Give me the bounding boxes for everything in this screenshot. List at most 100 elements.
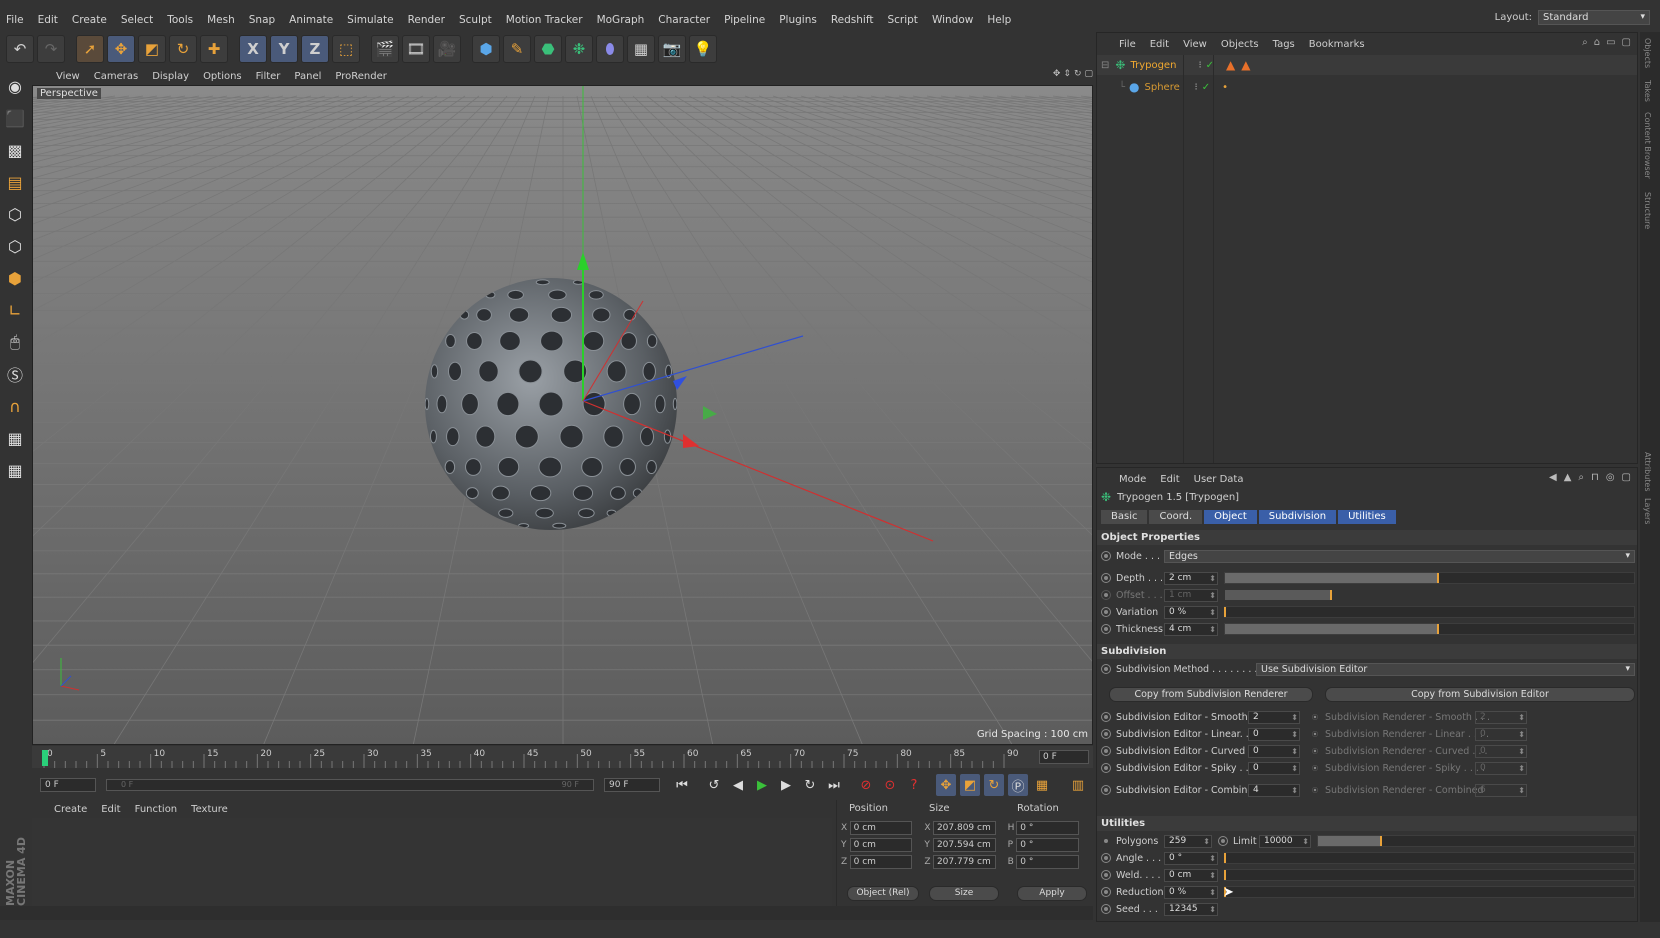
subdivision-editor-field[interactable]: 2 <box>1248 710 1300 724</box>
autokey-button[interactable]: ⊙ <box>880 774 900 796</box>
object-row-sphere[interactable]: └ ● Sphere ⁝ ✓ • <box>1097 77 1637 97</box>
menu-animate[interactable]: Animate <box>289 14 333 26</box>
tab-object[interactable]: Object <box>1204 510 1257 524</box>
timeline-ruler[interactable]: 0 5 10 15 20 25 30 35 40 45 50 55 60 65 70 75 80 85 90 <box>40 746 1030 768</box>
start-frame-field[interactable]: 0 F <box>40 778 96 792</box>
orbit-icon[interactable]: ↻ <box>1074 69 1082 79</box>
search-icon[interactable]: ⌕ <box>1578 472 1584 483</box>
go-to-end-button[interactable]: ⏭ <box>824 774 844 796</box>
phong-tag-icon[interactable]: • <box>1222 82 1228 93</box>
om-menu-edit[interactable]: Edit <box>1150 39 1169 50</box>
dolly-icon[interactable]: ⇕ <box>1063 69 1071 79</box>
layout-select[interactable]: Standard <box>1538 10 1650 25</box>
workplane-mode-button[interactable]: ▤ <box>2 168 28 196</box>
end-frame-field[interactable]: 90 F <box>604 778 660 792</box>
animate-radio[interactable] <box>1101 712 1111 722</box>
tab-utilities[interactable]: Utilities <box>1338 510 1396 524</box>
variation-field[interactable]: 0 % <box>1164 605 1218 619</box>
side-tab-structure[interactable]: Structure <box>1643 192 1652 229</box>
tab-basic[interactable]: Basic <box>1101 510 1148 524</box>
record-parameter-button[interactable]: Ⓟ <box>1008 774 1028 796</box>
side-tab-attributes[interactable]: Attributes <box>1643 452 1652 492</box>
weld-slider[interactable] <box>1224 869 1635 881</box>
coord-rot[interactable]: 0 ° <box>1016 854 1079 869</box>
points-mode-button[interactable]: ⬡ <box>2 200 28 228</box>
timeline-window-button[interactable]: ▥ <box>1068 774 1088 796</box>
target-icon[interactable]: ◎ <box>1606 472 1615 483</box>
animate-radio[interactable] <box>1101 607 1111 617</box>
animate-radio[interactable] <box>1101 664 1111 674</box>
floor-button[interactable]: ▦ <box>627 34 655 63</box>
make-editable-button[interactable]: ◉ <box>2 72 28 100</box>
menu-plugins[interactable]: Plugins <box>779 14 817 26</box>
render-picture-viewer-button[interactable]: 🎞 <box>402 34 430 63</box>
coord-rot[interactable]: 0 ° <box>1016 837 1079 852</box>
camera-button[interactable]: 📷 <box>658 34 686 63</box>
coord-mode-select[interactable]: Object (Rel) <box>847 886 919 901</box>
material-menu-texture[interactable]: Texture <box>191 804 228 815</box>
coord-size[interactable]: 207.594 cm <box>932 837 996 852</box>
subdivision-editor-field[interactable]: 0 <box>1248 761 1300 775</box>
next-key-button[interactable]: ↻ <box>800 774 820 796</box>
subdivision-method-dropdown[interactable]: Use Subdivision Editor <box>1256 662 1635 676</box>
copy-from-renderer-button[interactable]: Copy from Subdivision Renderer <box>1109 687 1313 702</box>
object-name-sphere[interactable]: Sphere <box>1145 82 1187 93</box>
coord-rot[interactable]: 0 ° <box>1016 820 1079 835</box>
record-pla-button[interactable]: ▦ <box>1032 774 1052 796</box>
animate-radio[interactable] <box>1101 624 1111 634</box>
side-tab-takes[interactable]: Takes <box>1643 80 1652 102</box>
am-menu-user-data[interactable]: User Data <box>1194 474 1244 485</box>
object-name-trypogen[interactable]: Trypogen <box>1130 60 1190 71</box>
viewport-menu-cameras[interactable]: Cameras <box>94 71 138 82</box>
angle-field[interactable]: 0 ° <box>1164 851 1218 865</box>
animate-radio[interactable] <box>1101 904 1111 914</box>
animate-radio[interactable] <box>1101 729 1111 739</box>
redo-button[interactable]: ↷ <box>37 34 65 63</box>
subdivision-editor-field[interactable]: 0 <box>1248 727 1300 741</box>
depth-field[interactable]: 2 cm <box>1164 571 1218 585</box>
am-menu-mode[interactable]: Mode <box>1119 474 1146 485</box>
cube-primitive-button[interactable]: ⬢ <box>472 34 500 63</box>
coord-pos[interactable]: 0 cm <box>849 837 913 852</box>
material-menu-edit[interactable]: Edit <box>101 804 120 815</box>
coord-size[interactable]: 207.809 cm <box>932 820 996 835</box>
viewport-menu-panel[interactable]: Panel <box>294 71 321 82</box>
om-menu-bookmarks[interactable]: Bookmarks <box>1309 39 1365 50</box>
subdivision-editor-field[interactable]: 0 <box>1248 744 1300 758</box>
menu-motion-tracker[interactable]: Motion Tracker <box>506 14 583 26</box>
angle-slider[interactable] <box>1224 852 1635 864</box>
new-window-icon[interactable]: ▭ <box>1606 37 1615 48</box>
cloner-button[interactable]: ❉ <box>565 34 593 63</box>
up-arrow-icon[interactable]: ▲ <box>1564 472 1572 483</box>
menu-mesh[interactable]: Mesh <box>207 14 235 26</box>
animate-radio[interactable] <box>1101 551 1111 561</box>
animate-radio[interactable] <box>1218 836 1228 846</box>
variation-slider[interactable] <box>1224 606 1635 618</box>
viewport-menu-filter[interactable]: Filter <box>256 71 281 82</box>
record-scale-button[interactable]: ◩ <box>960 774 980 796</box>
tweak-mode-button[interactable]: 🖱 <box>2 328 28 356</box>
thickness-slider[interactable] <box>1224 623 1635 635</box>
x-axis-button[interactable]: X <box>239 34 267 63</box>
texture-mode-button[interactable]: ▩ <box>2 136 28 164</box>
side-tab-content-browser[interactable]: Content Browser <box>1643 112 1652 179</box>
visibility-dots-icon[interactable]: ⁝ <box>1198 60 1201 71</box>
reduction-slider[interactable] <box>1224 886 1635 898</box>
home-icon[interactable]: ⌂ <box>1594 37 1600 48</box>
thickness-field[interactable]: 4 cm <box>1164 622 1218 636</box>
weld-field[interactable]: 0 cm <box>1164 868 1218 882</box>
record-position-button[interactable]: ✥ <box>936 774 956 796</box>
limit-slider[interactable] <box>1317 835 1635 847</box>
y-axis-button[interactable]: Y <box>270 34 298 63</box>
back-arrow-icon[interactable]: ◀ <box>1549 472 1557 483</box>
prev-frame-button[interactable]: ◀ <box>728 774 748 796</box>
menu-snap[interactable]: Snap <box>249 14 275 26</box>
viewport-menu-prorender[interactable]: ProRender <box>335 71 386 82</box>
menu-pipeline[interactable]: Pipeline <box>724 14 765 26</box>
prev-key-button[interactable]: ↺ <box>704 774 724 796</box>
axis-mode-button[interactable]: ∟ <box>2 296 28 324</box>
tab-subdivision[interactable]: Subdivision <box>1258 510 1337 524</box>
material-manager-area[interactable] <box>32 818 832 906</box>
menu-script[interactable]: Script <box>887 14 917 26</box>
coord-size[interactable]: 207.779 cm <box>932 854 996 869</box>
